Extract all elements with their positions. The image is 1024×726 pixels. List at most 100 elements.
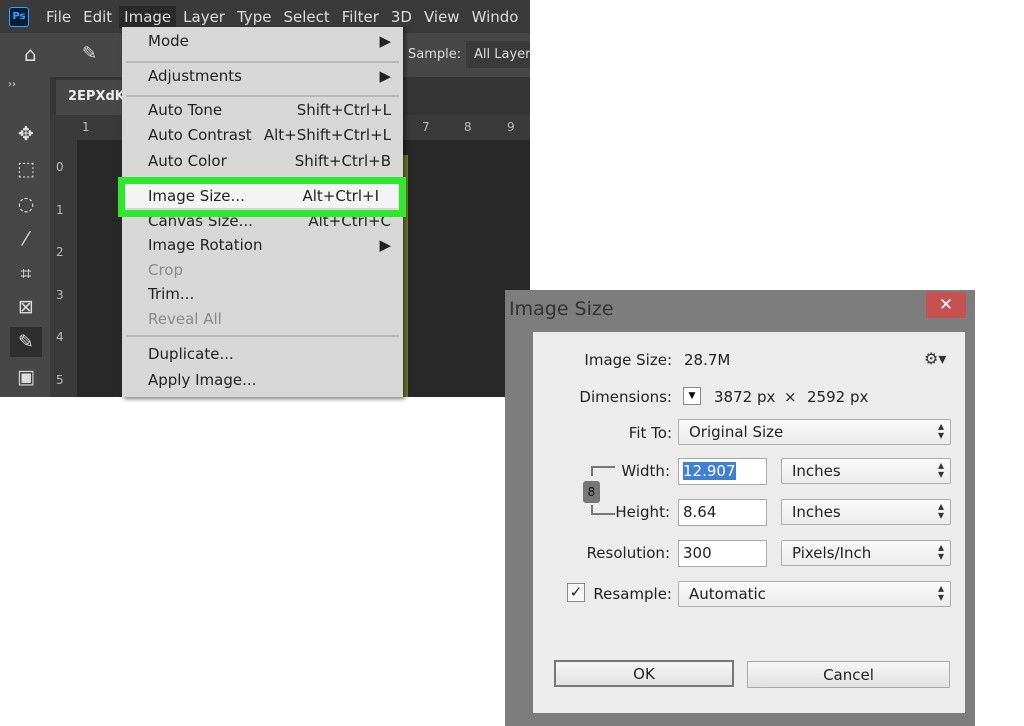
sample-dropdown[interactable]: All Layers (466, 41, 530, 68)
magic-wand-tool-icon[interactable]: ⁄ (10, 224, 42, 254)
height-unit-dropdown[interactable]: Inches ▴ ▾ (781, 499, 951, 525)
menu-item-mode[interactable]: Mode ▶ (148, 29, 391, 53)
menu-item-label: Trim... (148, 285, 195, 303)
width-input[interactable]: 12.907 (678, 458, 767, 485)
shortcut: Shift+Ctrl+L (296, 101, 391, 119)
menu-select[interactable]: Select (278, 6, 334, 28)
menu-edit[interactable]: Edit (78, 6, 117, 28)
menu-item-label: Mode (148, 32, 189, 50)
updown-arrow-icon: ▴ ▾ (937, 540, 944, 563)
tools-panel: ›› ✥ ⬚ ◌ ⁄ ⌗ ⊠ ✎ ▣ (0, 77, 50, 397)
resolution-unit-dropdown[interactable]: Pixels/Inch ▴ ▾ (781, 540, 951, 566)
resolution-unit-value: Pixels/Inch (792, 544, 872, 562)
ruler-label: 9 (507, 120, 515, 134)
dimensions-times: × (784, 388, 797, 406)
menu-item-label: Auto Contrast (148, 126, 252, 144)
vertical-ruler: 0 1 2 3 4 5 (50, 140, 77, 397)
width-unit-dropdown[interactable]: Inches ▴ ▾ (781, 458, 951, 484)
menu-item-label: Reveal All (148, 310, 222, 328)
lasso-tool-icon[interactable]: ◌ (10, 189, 42, 219)
menu-file[interactable]: File (41, 6, 76, 28)
submenu-arrow-icon: ▶ (379, 67, 391, 85)
updown-arrow-icon: ▴ ▾ (937, 458, 944, 481)
width-label: Width: (621, 462, 670, 480)
image-size-label: Image Size: (584, 351, 672, 369)
resolution-input[interactable]: 300 (678, 540, 767, 567)
height-input[interactable]: 8.64 (678, 499, 767, 526)
dimensions-width: 3872 px (714, 388, 776, 406)
menu-filter[interactable]: Filter (337, 6, 384, 28)
dialog-title: Image Size (509, 298, 614, 320)
updown-arrow-icon: ▴ ▾ (937, 499, 944, 522)
dimensions-height: 2592 px (807, 388, 869, 406)
crop-tool-icon[interactable]: ⌗ (10, 259, 42, 289)
resample-value: Automatic (689, 585, 766, 603)
menu-item-auto-color[interactable]: Auto Color Shift+Ctrl+B (148, 149, 391, 173)
menu-item-label: Adjustments (148, 67, 242, 85)
menu-layer[interactable]: Layer (178, 6, 230, 28)
resample-checkbox[interactable]: ✓ (567, 583, 585, 602)
document-tab[interactable]: 2EPXdK (56, 80, 126, 115)
menu-item-image-rotation[interactable]: Image Rotation ▶ (148, 233, 391, 257)
ruler-label: 1 (82, 120, 90, 134)
fit-to-value: Original Size (689, 423, 784, 441)
height-unit-value: Inches (792, 503, 841, 521)
ruler-label: 3 (56, 288, 64, 302)
menu-type[interactable]: Type (232, 6, 276, 28)
submenu-arrow-icon: ▶ (379, 32, 391, 50)
shortcut: Shift+Ctrl+B (294, 152, 391, 170)
menu-3d[interactable]: 3D (386, 6, 417, 28)
close-icon: ✕ (938, 295, 954, 315)
menu-item-label: Auto Color (148, 152, 227, 170)
menu-item-label: Crop (148, 261, 184, 279)
marquee-tool-icon[interactable]: ⬚ (10, 154, 42, 184)
shortcut: Alt+Shift+Ctrl+L (263, 126, 391, 144)
menu-item-label: Image Rotation (148, 236, 263, 254)
close-button[interactable]: ✕ (926, 292, 966, 318)
fit-to-dropdown[interactable]: Original Size ▴ ▾ (678, 419, 951, 445)
resample-dropdown[interactable]: Automatic ▴ ▾ (678, 581, 951, 607)
highlight-box (118, 177, 406, 217)
ruler-label: 7 (422, 120, 430, 134)
ok-button[interactable]: OK (554, 660, 734, 687)
fit-to-label: Fit To: (628, 424, 672, 442)
menu-item-trim[interactable]: Trim... (148, 282, 391, 306)
photoshop-logo: Ps (9, 6, 29, 27)
constrain-proportions-link-icon[interactable]: 8 (583, 481, 600, 503)
width-unit-value: Inches (792, 462, 841, 480)
ruler-label: 8 (464, 120, 472, 134)
dimensions-dropdown-icon[interactable]: ▼ (683, 387, 701, 405)
width-value-selected: 12.907 (683, 462, 736, 480)
sample-label: Sample: (408, 47, 462, 62)
menu-item-duplicate[interactable]: Duplicate... (148, 342, 391, 366)
height-label: Height: (615, 503, 670, 521)
resolution-label: Resolution: (586, 544, 670, 562)
ruler-label: 2 (56, 245, 64, 259)
cancel-button[interactable]: Cancel (747, 661, 950, 688)
menu-image[interactable]: Image (119, 5, 177, 28)
eyedropper-tool-icon[interactable]: ✎ (10, 327, 42, 357)
collapse-icon[interactable]: ›› (8, 79, 16, 90)
image-size-value: 28.7M (684, 351, 731, 369)
ruler-label: 5 (56, 373, 64, 387)
menu-item-label: Auto Tone (148, 101, 223, 119)
patch-tool-icon[interactable]: ▣ (10, 362, 42, 392)
menu-item-auto-contrast[interactable]: Auto Contrast Alt+Shift+Ctrl+L (148, 123, 391, 147)
menu-window[interactable]: Windo (467, 6, 524, 28)
gear-icon[interactable]: ⚙▾ (924, 349, 946, 368)
menu-separator (126, 95, 399, 97)
menu-item-adjustments[interactable]: Adjustments ▶ (148, 64, 391, 88)
updown-arrow-icon: ▴ ▾ (937, 419, 944, 442)
eyedropper-icon[interactable]: ✎ (82, 43, 97, 64)
menu-item-apply-image[interactable]: Apply Image... (148, 368, 391, 392)
menu-item-label: Duplicate... (148, 345, 234, 363)
updown-arrow-icon: ▴ ▾ (937, 581, 944, 604)
frame-tool-icon[interactable]: ⊠ (10, 292, 42, 322)
dimensions-label: Dimensions: (579, 388, 672, 406)
move-tool-icon[interactable]: ✥ (10, 119, 42, 149)
menu-item-label: Apply Image... (148, 371, 257, 389)
menu-separator (126, 61, 399, 63)
menu-item-auto-tone[interactable]: Auto Tone Shift+Ctrl+L (148, 98, 391, 122)
home-icon[interactable]: ⌂ (24, 42, 37, 66)
menu-view[interactable]: View (419, 6, 465, 28)
